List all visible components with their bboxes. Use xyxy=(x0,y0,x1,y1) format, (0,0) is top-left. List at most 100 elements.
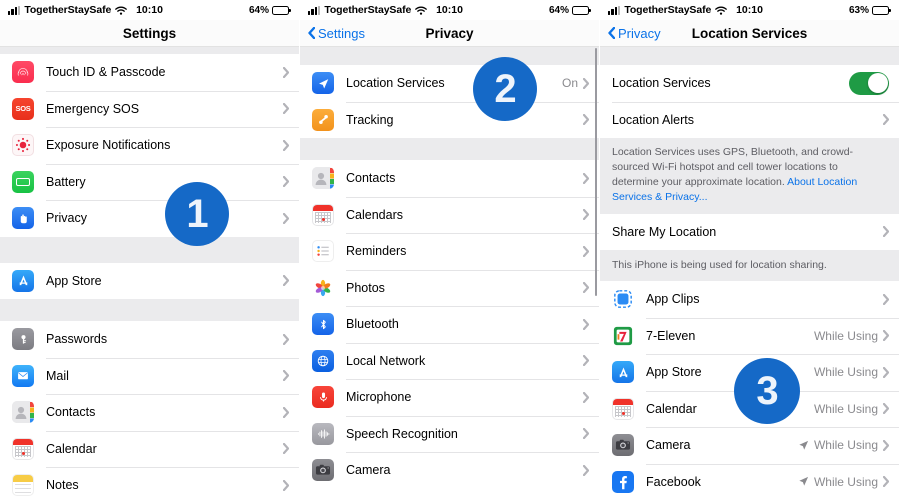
chevron-right-icon xyxy=(883,366,889,378)
scroll-indicator[interactable] xyxy=(594,48,597,296)
list-item-label: Tracking xyxy=(346,112,394,127)
section-gap xyxy=(300,138,599,160)
battery-icon xyxy=(272,5,291,15)
list-item[interactable]: App Clips xyxy=(600,281,899,318)
settings-list: Location Services On Tracking Contacts Calen… xyxy=(300,47,599,500)
list-item[interactable]: Speech Recognition xyxy=(300,415,599,452)
chevron-right-icon xyxy=(583,464,589,476)
list-item[interactable]: Battery xyxy=(0,163,299,200)
chevron-right-icon xyxy=(883,403,889,415)
row-value: While Using xyxy=(813,438,878,453)
list-item[interactable]: App Store xyxy=(0,262,299,299)
chevron-right-icon xyxy=(283,275,289,287)
chevron-right-icon xyxy=(283,212,289,224)
list-item[interactable]: Microphone xyxy=(300,379,599,416)
chevron-right-icon xyxy=(883,226,889,238)
location-services-toggle[interactable] xyxy=(849,71,889,95)
carrier-name: TogetherStaySafe xyxy=(324,4,412,16)
row-value: On xyxy=(561,76,578,91)
appclips-icon xyxy=(612,288,634,311)
cellular-signal-icon xyxy=(8,5,21,15)
back-button[interactable]: Privacy xyxy=(608,26,661,41)
carrier-name: TogetherStaySafe xyxy=(624,4,712,16)
list-item-label: Calendars xyxy=(346,207,403,222)
list-item[interactable]: Tracking xyxy=(300,101,599,138)
list-item[interactable]: Share My Location xyxy=(600,213,899,251)
list-item-label: Location Services xyxy=(612,76,711,91)
list-item-label: Passwords xyxy=(46,332,108,347)
list-item[interactable]: Camera While Using xyxy=(600,427,899,464)
carrier-name: TogetherStaySafe xyxy=(24,4,112,16)
chevron-right-icon xyxy=(883,114,889,126)
list-item-label: Local Network xyxy=(346,353,426,368)
row-value: While Using xyxy=(813,328,878,343)
chevron-right-icon xyxy=(583,282,589,294)
chevron-right-icon xyxy=(283,479,289,491)
chevron-right-icon xyxy=(883,439,889,451)
list-item-label: App Clips xyxy=(646,292,700,307)
appstore-icon xyxy=(12,269,34,292)
list-item-label: Calendar xyxy=(46,441,97,456)
list-item[interactable]: Contacts xyxy=(0,394,299,431)
list-item-label: Speech Recognition xyxy=(346,426,458,441)
chevron-right-icon xyxy=(583,318,589,330)
list-item[interactable]: Contacts xyxy=(300,160,599,197)
list-item[interactable]: Facebook While Using xyxy=(600,463,899,500)
list-item[interactable]: Location Alerts xyxy=(600,101,899,138)
privacy-icon xyxy=(12,207,34,230)
settings-list: Touch ID & Passcode SOS Emergency SOS Expos… xyxy=(0,47,299,500)
list-item[interactable]: Bluetooth xyxy=(300,306,599,343)
list-item-label: Contacts xyxy=(46,405,96,420)
list-item-label: Facebook xyxy=(646,474,701,489)
list-item-label: Reminders xyxy=(346,244,407,259)
chevron-right-icon xyxy=(583,355,589,367)
camera-icon xyxy=(612,434,634,457)
list-item[interactable]: Location Services xyxy=(600,65,899,102)
wifi-icon xyxy=(115,6,128,15)
list-item[interactable]: Local Network xyxy=(300,342,599,379)
sos-icon: SOS xyxy=(12,97,34,120)
list-item-label: Bluetooth xyxy=(346,317,399,332)
list-item[interactable]: Calendars xyxy=(300,196,599,233)
list-item[interactable]: Photos xyxy=(300,269,599,306)
list-item-label: Microphone xyxy=(346,390,412,405)
chevron-right-icon xyxy=(583,77,589,89)
list-item[interactable]: Calendar xyxy=(0,430,299,467)
list-item[interactable]: Notes xyxy=(0,467,299,500)
list-item[interactable]: Exposure Notifications xyxy=(0,127,299,164)
location-arrow-icon xyxy=(799,440,809,450)
list-item[interactable]: Location Services On xyxy=(300,65,599,102)
phone-screen-settings: TogetherStaySafe 10:10 64% Settings Touch ID… xyxy=(0,0,300,500)
location-arrow-icon xyxy=(799,477,809,486)
list-item[interactable]: Privacy xyxy=(0,200,299,237)
list-item[interactable]: Touch ID & Passcode xyxy=(0,54,299,91)
settings-list: Location Services Location Alerts Location… xyxy=(600,47,899,500)
bluetooth-icon xyxy=(312,313,334,336)
section-gap xyxy=(300,47,599,65)
battery-icon xyxy=(572,5,591,15)
list-item[interactable]: Mail xyxy=(0,357,299,394)
tracking-icon xyxy=(312,108,334,131)
calendar-icon xyxy=(312,203,334,226)
list-item[interactable]: SOS Emergency SOS xyxy=(0,90,299,127)
nav-bar: Settings Privacy xyxy=(300,20,599,46)
list-item-label: Share My Location xyxy=(612,224,717,239)
cellular-signal-icon xyxy=(308,5,321,15)
microphone-icon xyxy=(312,386,334,409)
chevron-right-icon xyxy=(283,370,289,382)
list-item[interactable]: Camera xyxy=(300,452,599,489)
list-item[interactable]: Reminders xyxy=(300,233,599,270)
contacts-icon xyxy=(12,401,34,424)
chevron-right-icon xyxy=(283,443,289,455)
list-item[interactable]: 7-Eleven While Using xyxy=(600,317,899,355)
photos-icon xyxy=(312,276,334,299)
mail-icon xyxy=(12,364,34,387)
chevron-right-icon xyxy=(883,330,889,342)
list-item-label: Contacts xyxy=(346,171,396,186)
list-item[interactable]: Passwords xyxy=(0,321,299,358)
back-button[interactable]: Settings xyxy=(308,26,365,41)
section-gap xyxy=(0,299,299,321)
battery-percent: 64% xyxy=(548,4,569,16)
chevron-right-icon xyxy=(583,245,589,257)
chevron-right-icon xyxy=(583,114,589,126)
